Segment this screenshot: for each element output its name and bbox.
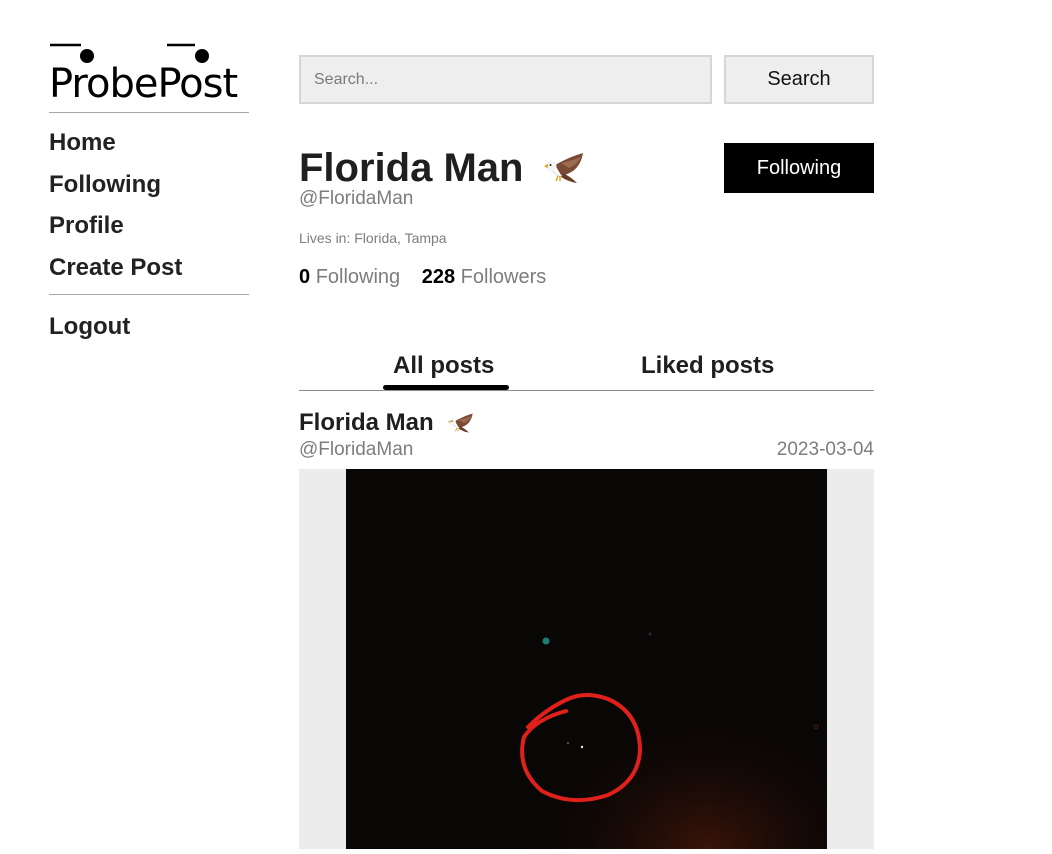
- nav-list: Home Following Profile Create Post: [49, 129, 249, 295]
- sidebar-divider-top: [49, 112, 249, 113]
- logo-text: ProbePost: [49, 61, 237, 100]
- post-header: Florida Man: [299, 409, 874, 437]
- eagle-icon: [541, 151, 585, 185]
- post-image[interactable]: [346, 469, 827, 849]
- post-tabs: All posts Liked posts: [299, 342, 874, 391]
- post-author[interactable]: Florida Man: [299, 409, 434, 437]
- profile-stats: 0 Following 228 Followers: [299, 266, 874, 289]
- follow-toggle-button[interactable]: Following: [724, 143, 874, 193]
- followers-stat[interactable]: 228 Followers: [422, 266, 547, 288]
- following-label: Following: [315, 266, 401, 288]
- nav-item-home[interactable]: Home: [49, 129, 249, 171]
- location-label: Lives in:: [299, 230, 351, 246]
- post-handle[interactable]: @FloridaMan: [299, 439, 413, 461]
- post-date: 2023-03-04: [776, 439, 874, 460]
- search-input[interactable]: [299, 55, 712, 104]
- post-meta: @FloridaMan 2023-03-04: [299, 439, 874, 461]
- following-stat[interactable]: 0 Following: [299, 266, 400, 288]
- sidebar: ProbePost Home Following Profile Create …: [49, 42, 249, 341]
- nav-item-following[interactable]: Following: [49, 171, 249, 213]
- following-count: 0: [299, 266, 311, 288]
- profile-location: Lives in: Florida, Tampa: [299, 230, 874, 246]
- post-card: Florida Man @FloridaMan 2023-03-04: [299, 409, 874, 849]
- active-tab-indicator: [383, 385, 509, 390]
- search-bar: Search: [299, 55, 874, 104]
- eagle-icon: [446, 412, 474, 434]
- followers-count: 228: [421, 266, 456, 288]
- followers-label: Followers: [460, 266, 547, 288]
- nav-item-profile[interactable]: Profile: [49, 212, 249, 254]
- search-button[interactable]: Search: [724, 55, 874, 104]
- night-sky-photo: [346, 469, 827, 849]
- logout-link[interactable]: Logout: [49, 313, 249, 341]
- probepost-logo[interactable]: ProbePost: [49, 42, 249, 100]
- tab-all-posts[interactable]: All posts: [393, 352, 494, 380]
- sidebar-divider-bottom: [49, 294, 249, 295]
- post-image-frame: [299, 469, 874, 849]
- profile-header: Florida Man @FloridaMan Lives in: Florid…: [299, 140, 874, 340]
- main-content: Search Florida Man @FloridaMan Lives in:…: [299, 55, 874, 849]
- tab-liked-posts[interactable]: Liked posts: [641, 352, 774, 380]
- nav-item-create-post[interactable]: Create Post: [49, 254, 249, 296]
- location-value: Florida, Tampa: [354, 230, 447, 246]
